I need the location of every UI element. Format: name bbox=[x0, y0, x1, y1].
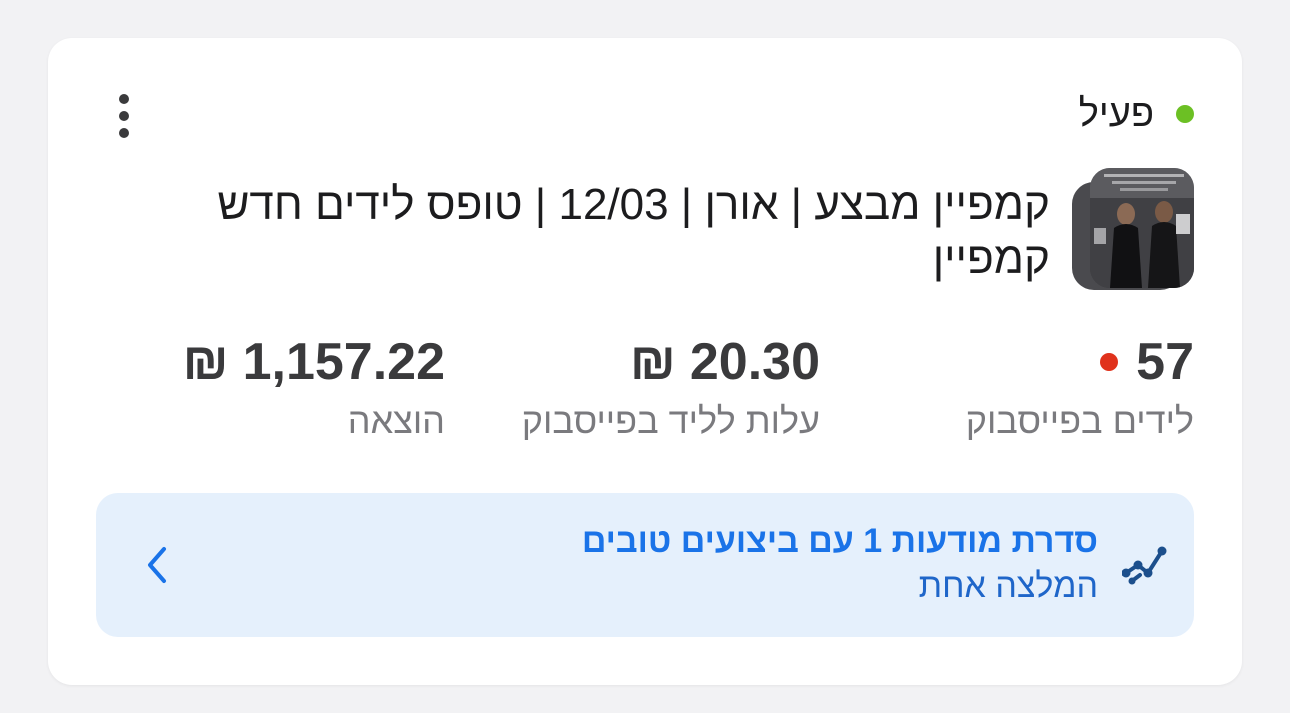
cost-per-lead-value: 20.30 bbox=[689, 333, 820, 391]
alert-dot-icon bbox=[1100, 353, 1119, 371]
trend-line-icon bbox=[1122, 546, 1167, 585]
leads-label: לידים בפייסבוק bbox=[965, 400, 1194, 441]
campaign-thumbnail bbox=[1072, 168, 1194, 290]
spend-label: הוצאה bbox=[347, 400, 445, 441]
status-dot bbox=[1176, 105, 1194, 123]
leads-value: 57 bbox=[1136, 333, 1194, 391]
more-vertical-icon[interactable] bbox=[112, 94, 136, 138]
status-label: פעיל bbox=[1078, 92, 1154, 135]
status-indicator: פעיל bbox=[1078, 92, 1194, 135]
metric-cost-per-lead: 20.30 ₪ עלות לליד בפייסבוק bbox=[522, 330, 820, 442]
shekel-currency-icon: ₪ bbox=[182, 333, 229, 391]
recommendation-count: המלצה אחת bbox=[918, 567, 1098, 605]
recommendation-banner[interactable]: סדרת מודעות 1 עם ביצועים טובים המלצה אחת bbox=[96, 493, 1194, 637]
campaign-card[interactable]: פעיל קמפיין מבצע | אורן | 12/03 | טופס ל… bbox=[48, 38, 1242, 685]
chevron-left-icon[interactable] bbox=[142, 543, 172, 587]
campaign-title[interactable]: קמפיין מבצע | אורן | 12/03 | טופס לידים … bbox=[130, 178, 1050, 286]
campaign-title-line2: קמפיין bbox=[932, 234, 1050, 283]
shekel-currency-icon: ₪ bbox=[629, 333, 676, 391]
recommendation-title: סדרת מודעות 1 עם ביצועים טובים bbox=[581, 522, 1098, 560]
cost-per-lead-label: עלות לליד בפייסבוק bbox=[521, 400, 820, 441]
metric-spend: 1,157.22 ₪ הוצאה bbox=[183, 330, 445, 442]
spend-value: 1,157.22 bbox=[242, 333, 445, 391]
metric-leads: 57 לידים בפייסבוק bbox=[966, 330, 1194, 442]
campaign-title-line1: קמפיין מבצע | אורן | 12/03 | טופס לידים … bbox=[217, 180, 1050, 229]
